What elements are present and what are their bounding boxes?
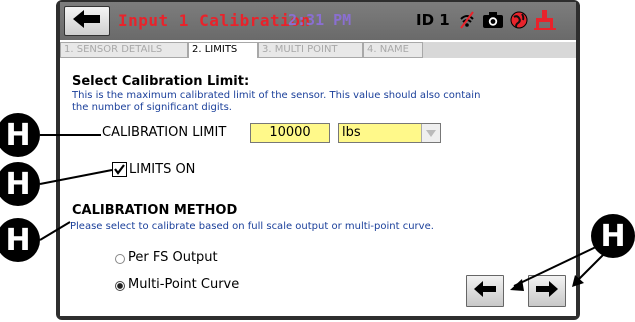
title-bar: Input 1 Calibration 2:31 PM ID 1 xyxy=(60,2,576,40)
callout-h-navigation: H xyxy=(591,214,635,258)
method-description: Please select to calibrate based on full… xyxy=(70,221,434,232)
multi-point-curve-radio[interactable] xyxy=(115,281,125,291)
limit-description-line1: This is the maximum calibrated limit of … xyxy=(72,90,481,101)
checkmark-icon xyxy=(114,164,125,175)
back-button[interactable] xyxy=(64,6,110,36)
calibration-limit-label: CALIBRATION LIMIT xyxy=(102,125,227,140)
unit-select[interactable]: lbs xyxy=(338,123,441,143)
no-wifi-icon xyxy=(458,11,476,33)
unit-select-value: lbs xyxy=(342,125,361,140)
multi-point-curve-label: Multi-Point Curve xyxy=(128,277,240,292)
callout-h-method: H xyxy=(0,218,40,262)
callout-h-limit: H xyxy=(0,113,40,157)
method-section-title: CALIBRATION METHOD xyxy=(72,203,238,218)
calibration-limit-input[interactable]: 10000 xyxy=(250,123,330,143)
usb-icon xyxy=(534,10,556,34)
clock-time: 2:31 PM xyxy=(288,11,352,29)
tab-name[interactable]: 4. NAME xyxy=(363,42,423,58)
back-arrow-icon xyxy=(73,10,101,32)
tab-bar: 1. SENSOR DETAILS 2. LIMITS 3. MULTI POI… xyxy=(60,42,576,58)
callout-h-limits-on: H xyxy=(0,162,40,206)
status-icons xyxy=(458,10,556,34)
next-button[interactable] xyxy=(528,275,566,307)
page-title: Input 1 Calibration xyxy=(118,11,311,30)
previous-button[interactable] xyxy=(466,275,504,307)
per-fs-output-label: Per FS Output xyxy=(128,250,218,265)
right-arrow-icon xyxy=(536,281,558,301)
camera-icon xyxy=(482,11,504,33)
screen: Input 1 Calibration 2:31 PM ID 1 1. SENS… xyxy=(60,2,576,316)
limits-on-checkbox[interactable] xyxy=(112,162,127,177)
device-id: ID 1 xyxy=(416,11,450,29)
chevron-down-icon[interactable] xyxy=(421,124,440,142)
tab-sensor-details[interactable]: 1. SENSOR DETAILS xyxy=(60,42,188,58)
globe-icon xyxy=(510,11,528,33)
per-fs-output-radio[interactable] xyxy=(115,254,125,264)
limits-on-label: LIMITS ON xyxy=(129,162,196,177)
tab-multi-point[interactable]: 3. MULTI POINT xyxy=(258,42,363,58)
left-arrow-icon xyxy=(474,281,496,301)
limit-description-line2: the number of significant digits. xyxy=(72,102,232,113)
tab-limits[interactable]: 2. LIMITS xyxy=(188,42,258,58)
limit-section-title: Select Calibration Limit: xyxy=(72,74,250,89)
